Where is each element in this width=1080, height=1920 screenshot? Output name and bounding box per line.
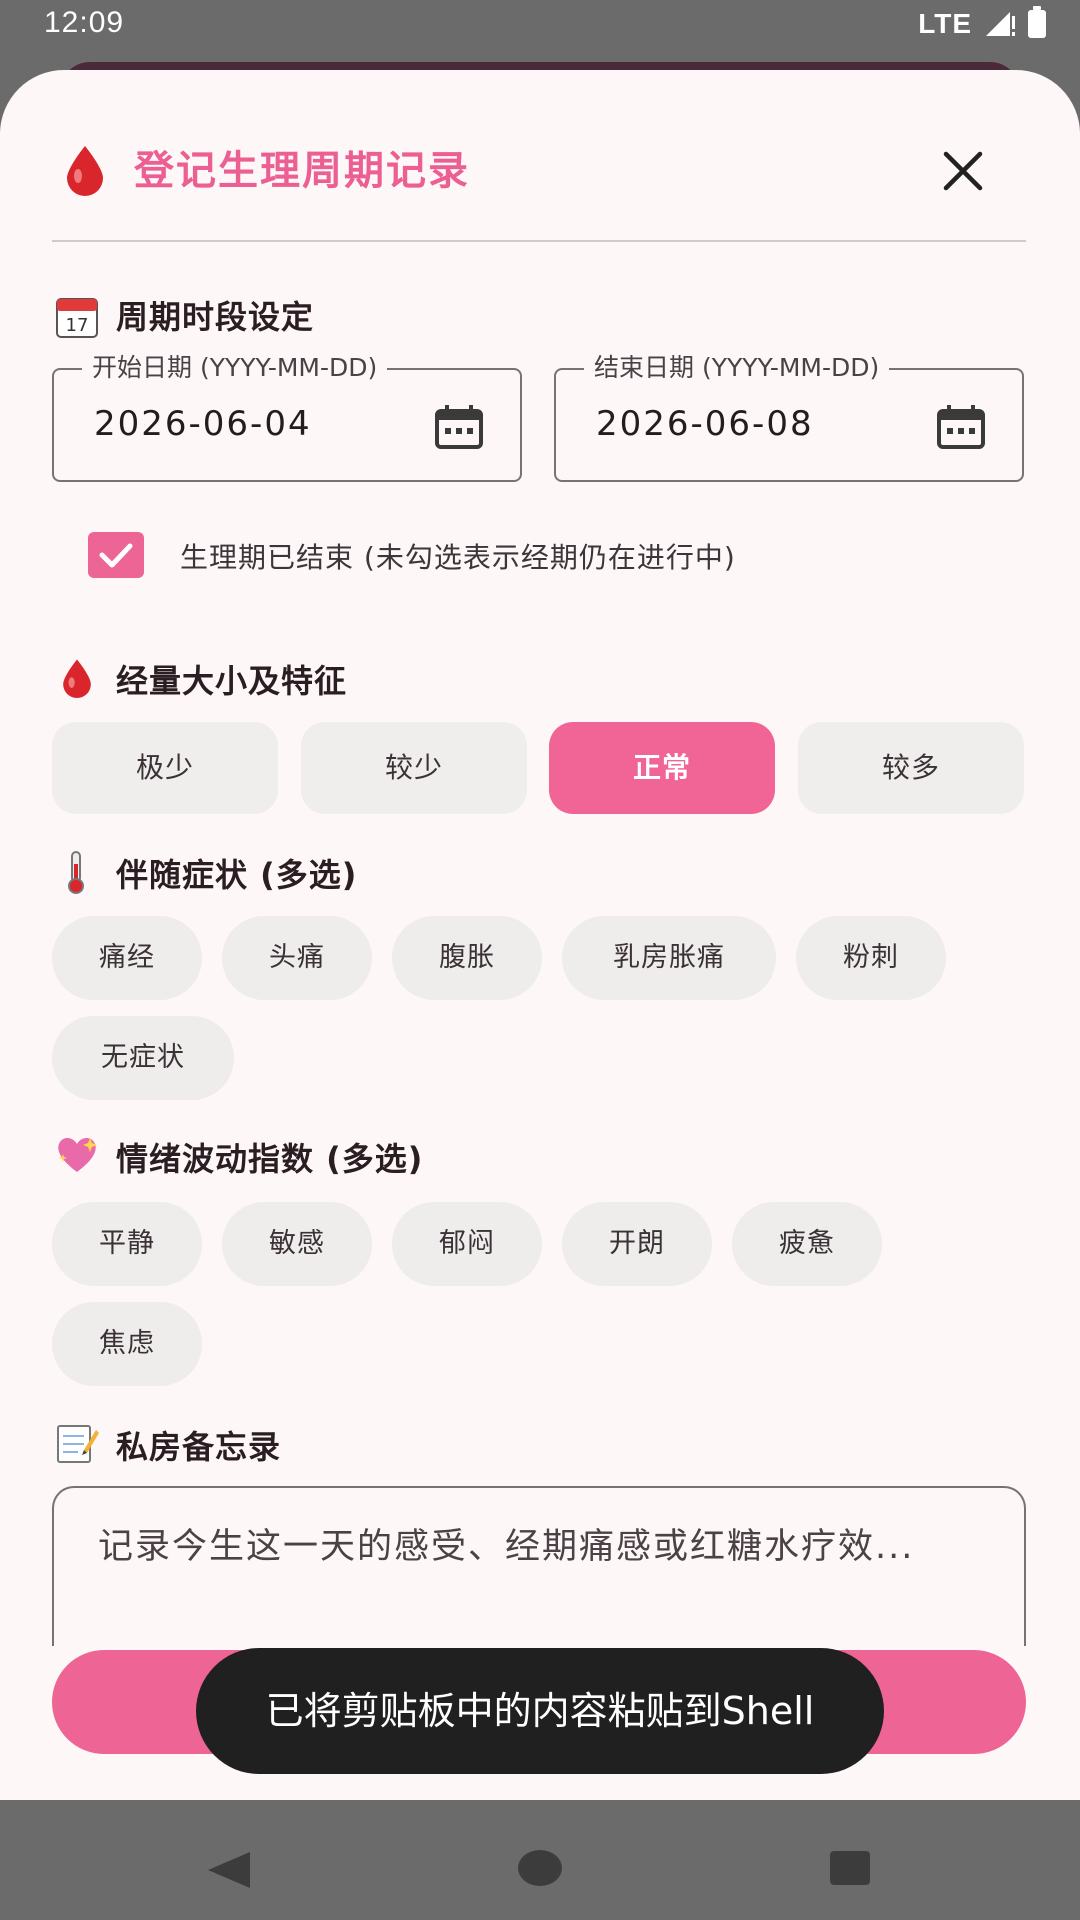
section-title-memo: 私房备忘录 [116, 1428, 282, 1466]
symptom-chip[interactable]: 无症状 [52, 1016, 234, 1100]
symptom-chip[interactable]: 头痛 [222, 916, 372, 1000]
end-date-field[interactable]: 结束日期 (YYYY-MM-DD) 2026-06-08 [554, 348, 1024, 482]
end-date-value[interactable]: 2026-06-08 [596, 404, 814, 444]
thermometer-icon [68, 851, 84, 894]
close-icon[interactable] [938, 146, 988, 196]
status-bar: 12:09 LTE [0, 0, 1080, 50]
start-date-field[interactable]: 开始日期 (YYYY-MM-DD) 2026-06-04 [52, 348, 522, 482]
mood-chip[interactable]: 郁闷 [392, 1202, 542, 1286]
start-date-value[interactable]: 2026-06-04 [94, 404, 312, 444]
symptom-chip[interactable]: 腹胀 [392, 916, 542, 1000]
calendar-emoji-icon: 17 [56, 298, 98, 338]
memo-textarea[interactable]: 记录今生这一天的感受、经期痛感或红糖水疗效... [52, 1486, 1026, 1646]
dialog-title: 登记生理周期记录 [134, 148, 470, 194]
flow-option-heavy[interactable]: 较多 [798, 722, 1024, 814]
flow-option-light[interactable]: 较少 [301, 722, 527, 814]
status-icons: LTE [918, 6, 1046, 40]
status-time: 12:09 [44, 6, 125, 39]
nav-back-button[interactable] [208, 1852, 250, 1888]
calendar-icon[interactable] [936, 404, 986, 450]
start-date-label: 开始日期 (YYYY-MM-DD) [82, 348, 388, 384]
memo-placeholder: 记录今生这一天的感受、经期痛感或红糖水疗效... [98, 1527, 915, 1567]
symptom-chip[interactable]: 粉刺 [796, 916, 946, 1000]
check-icon [99, 543, 133, 568]
mood-chip[interactable]: 开朗 [562, 1202, 712, 1286]
mood-chip[interactable]: 疲惫 [732, 1202, 882, 1286]
nav-home-button[interactable] [518, 1850, 562, 1886]
section-title-period: 周期时段设定 [116, 298, 315, 336]
section-title-symptoms: 伴随症状 (多选) [116, 856, 358, 894]
sparkling-heart-icon [58, 1138, 97, 1172]
symptom-chip[interactable]: 痛经 [52, 916, 202, 1000]
toast-message: 已将剪贴板中的内容粘贴到Shell [196, 1648, 884, 1774]
bottom-sheet: 登记生理周期记录 17 周期时段设定 开始日期 (YYYY-MM-DD) 202… [0, 70, 1080, 1800]
blood-drop-icon [63, 659, 91, 698]
signal-icon [986, 12, 1015, 36]
battery-icon [1028, 6, 1046, 38]
nav-recents-button[interactable] [830, 1851, 870, 1885]
mood-chip[interactable]: 平静 [52, 1202, 202, 1286]
calendar-icon[interactable] [434, 404, 484, 450]
memo-icon [57, 1425, 99, 1463]
flow-option-normal[interactable]: 正常 [549, 722, 775, 814]
section-title-mood: 情绪波动指数 (多选) [116, 1140, 424, 1178]
symptom-chip[interactable]: 乳房胀痛 [562, 916, 776, 1000]
mood-chip[interactable]: 焦虑 [52, 1302, 202, 1386]
mood-chip[interactable]: 敏感 [222, 1202, 372, 1286]
navigation-bar [0, 1800, 1080, 1920]
svg-text:17: 17 [66, 315, 89, 336]
header-divider [52, 240, 1026, 242]
flow-option-minimal[interactable]: 极少 [52, 722, 278, 814]
period-ended-checkbox[interactable] [88, 532, 144, 578]
network-type: LTE [918, 8, 972, 39]
section-title-flow: 经量大小及特征 [116, 662, 348, 700]
blood-drop-icon [67, 146, 103, 196]
period-ended-label[interactable]: 生理期已结束 (未勾选表示经期仍在进行中) [180, 536, 736, 576]
end-date-label: 结束日期 (YYYY-MM-DD) [584, 348, 890, 384]
